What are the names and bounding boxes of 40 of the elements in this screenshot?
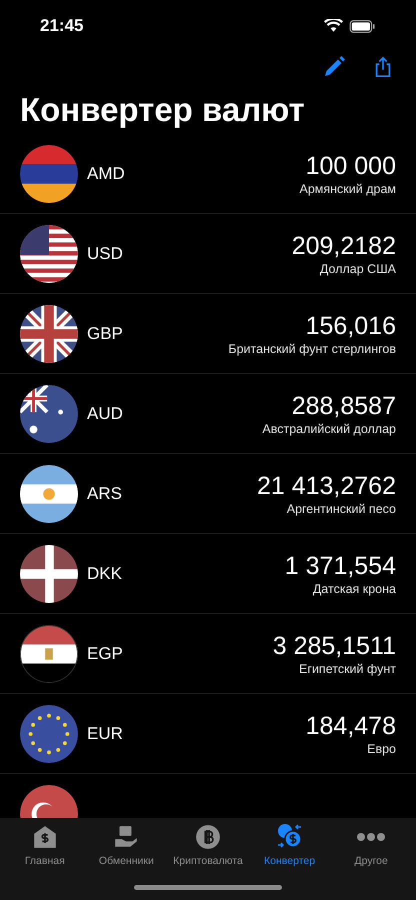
currency-amount: 184,478 [306, 710, 396, 740]
currency-name: Доллар США [320, 260, 396, 276]
currency-code: EUR [87, 722, 123, 745]
currency-code: USD [87, 242, 123, 265]
status-time: 21:45 [40, 15, 84, 38]
tab-item[interactable]: Главная [4, 822, 86, 870]
house-dollar-icon [32, 824, 58, 850]
currency-exchange-icon [276, 822, 304, 850]
currency-amount: 3 285,1511 [272, 630, 396, 660]
currency-name: Австралийский доллар [262, 420, 396, 436]
currency-amount: 100 000 [306, 150, 396, 180]
currency-code: AMD [87, 162, 125, 185]
currency-amount: 1 371,554 [284, 550, 396, 580]
battery-icon [349, 20, 376, 32]
currency-amount: 209,2182 [292, 230, 396, 260]
currency-code: AUD [87, 402, 123, 425]
page-title: Конвертер валют [19, 90, 306, 130]
currency-code: ARS [87, 482, 122, 505]
currency-name: Британский фунт стерлингов [228, 340, 396, 356]
currency-amount: 156,016 [306, 310, 396, 340]
currency-code: GBP [87, 322, 123, 345]
tab-item[interactable]: Криптовалюта [167, 822, 249, 870]
tab-item[interactable]: Обменники [86, 822, 168, 870]
currency-amount: 288,8587 [292, 390, 396, 420]
currency-code: DKK [87, 562, 122, 585]
currency-code: EGP [87, 642, 123, 665]
currency-name: Армянский драм [299, 180, 396, 196]
currency-name: Датская крона [312, 580, 396, 596]
currency-name: Евро [367, 740, 396, 756]
flag-icon [20, 144, 78, 202]
pencil-icon [322, 55, 346, 79]
currency-amount: 21 413,2762 [256, 470, 396, 500]
currency-name: Египетский фунт [299, 660, 396, 676]
tab-item[interactable]: Конвертер [248, 822, 330, 870]
bitcoin-icon [194, 824, 221, 850]
wifi-icon [324, 19, 343, 33]
currency-name: Аргентинский песо [286, 500, 396, 516]
more-icon [357, 832, 386, 842]
flag-icon [20, 624, 78, 682]
tab-item[interactable]: Другое [330, 822, 412, 870]
